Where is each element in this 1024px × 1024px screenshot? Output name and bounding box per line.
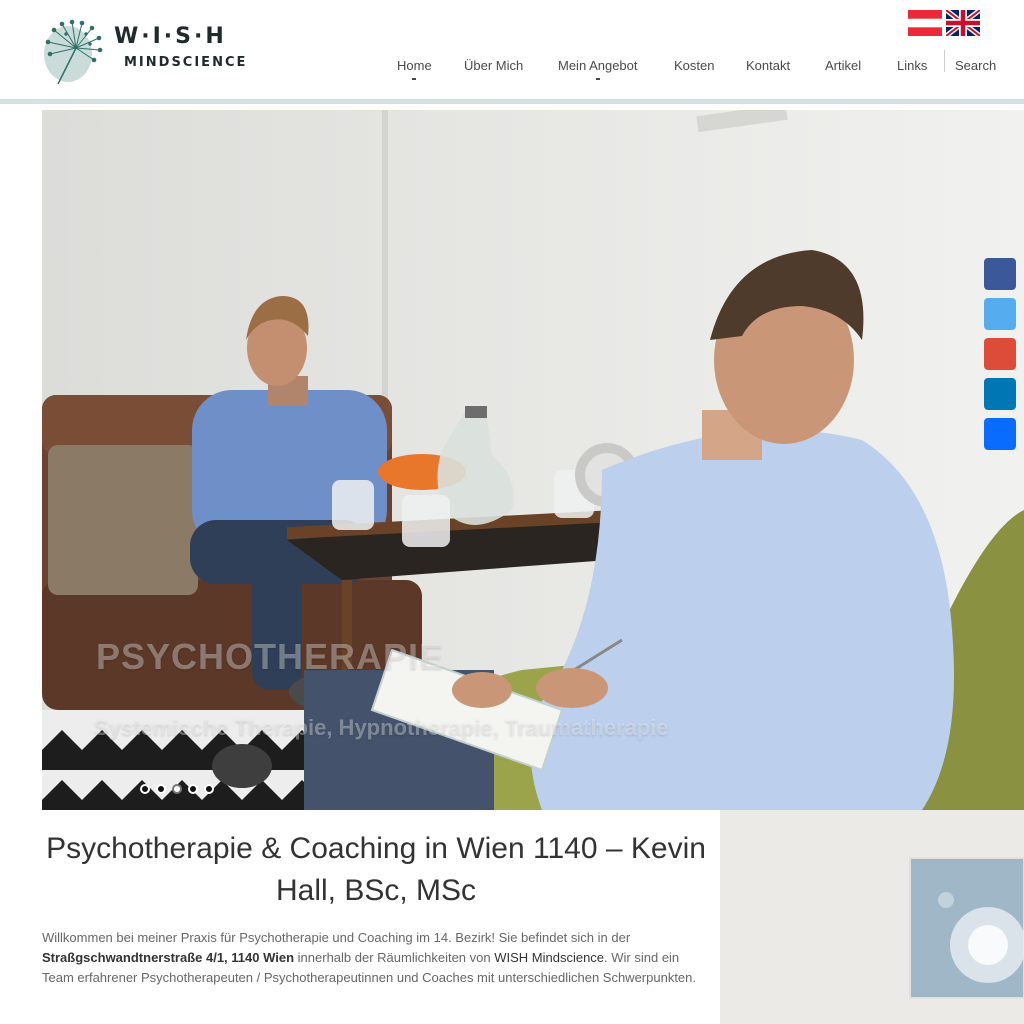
nav-mein-angebot-label: Mein Angebot [558,58,638,73]
slider-pagination [140,784,214,794]
social-share-bar [984,258,1016,458]
page-title: Psychotherapie & Coaching in Wien 1140 –… [46,832,706,907]
nav-home-label: Home [397,58,432,73]
dandelion-picture [720,810,1024,1024]
nav-home[interactable]: Home [397,58,432,80]
slider-dot-3[interactable] [172,784,182,794]
slide-title: PSYCHOTHERAPIE [96,636,445,677]
nav-ueber-mich[interactable]: Über Mich [464,58,523,73]
slide-subtitle: Systemische Therapie, Hypnotherapie, Tra… [94,715,669,740]
intro-section: Psychotherapie & Coaching in Wien 1140 –… [42,810,720,1024]
linkedin-icon[interactable] [984,378,1016,410]
therapy-session-photo [42,110,1024,810]
nav-links-label: Links [897,58,928,73]
nav-ueber-mich-label: Über Mich [464,58,524,73]
nav-kontakt[interactable]: Kontakt [746,58,790,73]
language-switcher [908,10,980,36]
intro-paragraph: Willkommen bei meiner Praxis für Psychot… [42,928,710,988]
share-icon[interactable] [984,418,1016,450]
slider-dot-1[interactable] [140,784,150,794]
nav-mein-angebot[interactable]: Mein Angebot [558,58,638,80]
submenu-indicator-icon [595,78,600,80]
google-plus-icon[interactable] [984,338,1016,370]
header-divider [0,99,1024,104]
nav-kontakt-label: Kontakt [746,58,791,73]
intro-text-1: Willkommen bei meiner Praxis für Psychot… [42,930,631,945]
brand-tagline: MINDSCIENCE [124,55,248,70]
site-header: W·I·S·H MINDSCIENCE Home Über Mich Mein … [0,0,1024,100]
practice-address: Straßgschwandtnerstraße 4/1, 1140 Wien [42,950,295,965]
slider-dot-5[interactable] [204,784,214,794]
slider-dot-4[interactable] [188,784,198,794]
nav-artikel-label: Artikel [825,58,862,73]
nav-kosten-label: Kosten [674,58,715,73]
dandelion-logo-icon [44,19,103,85]
site-logo[interactable]: W·I·S·H MINDSCIENCE [42,18,272,88]
twitter-icon[interactable] [984,298,1016,330]
nav-links[interactable]: Links [897,58,927,73]
nav-divider [944,50,945,72]
search-button[interactable]: Search [955,58,996,73]
intro-text-2: innerhalb der Räumlichkeiten von [294,950,495,965]
austria-flag-icon[interactable] [908,10,942,36]
nav-artikel[interactable]: Artikel [825,58,861,73]
hero-slider[interactable]: PSYCHOTHERAPIE Systemische Therapie, Hyp… [42,110,1024,810]
slider-dot-2[interactable] [156,784,166,794]
wish-mindscience-link[interactable]: WISH Mindscience [494,950,604,965]
facebook-icon[interactable] [984,258,1016,290]
uk-flag-icon[interactable] [946,10,980,36]
dandelion-wall-photo [720,810,1024,1024]
brand-name: W·I·S·H [114,24,227,49]
submenu-indicator-icon [412,78,417,80]
nav-kosten[interactable]: Kosten [674,58,714,73]
